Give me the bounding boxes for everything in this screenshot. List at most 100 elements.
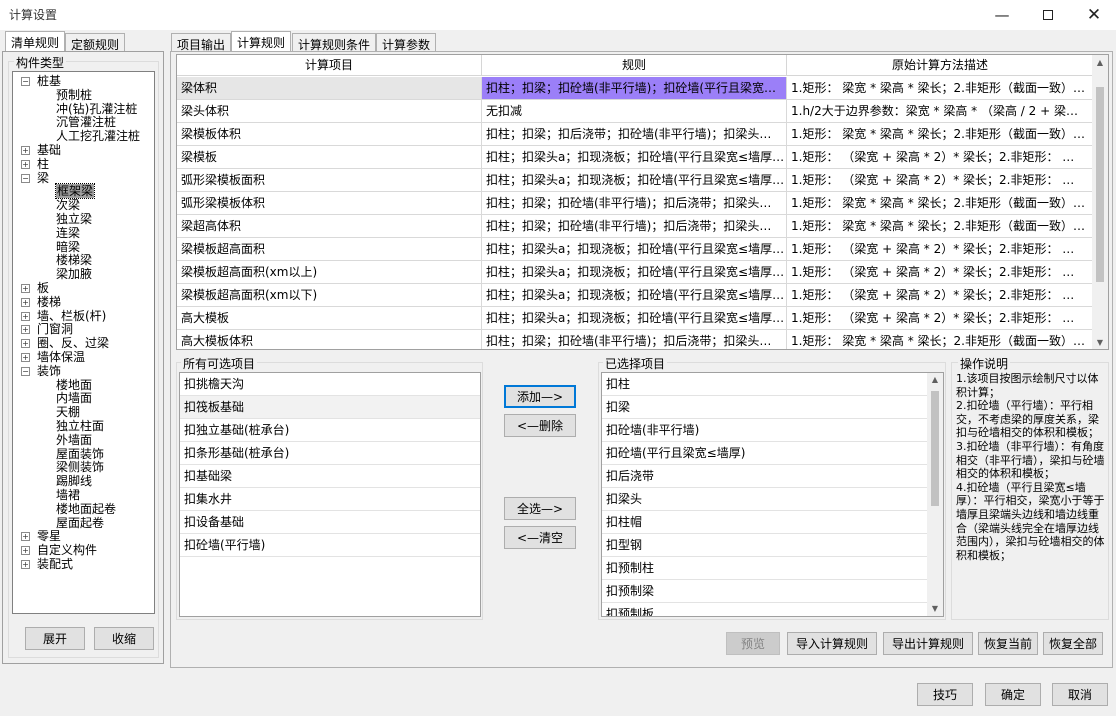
list-item[interactable]: 扣砼墙(平行墙) bbox=[180, 534, 480, 557]
grid-row[interactable]: 梁模板 扣柱；扣梁头a；扣现浇板；扣砼墙(平行且梁宽≤墙厚… 1.矩形： （梁宽 +… bbox=[177, 146, 1094, 169]
col-header-item[interactable]: 计算项目 bbox=[177, 55, 482, 76]
add-button[interactable]: 添加—> bbox=[504, 385, 576, 408]
collapse-button[interactable]: 收缩 bbox=[94, 627, 154, 650]
list-item[interactable]: 扣柱 bbox=[602, 373, 927, 396]
cell-description[interactable]: 1.矩形： （梁宽 + 梁高 * 2）* 梁长；2.非矩形： … bbox=[787, 169, 1094, 192]
cell-item[interactable]: 梁体积 bbox=[177, 77, 482, 100]
scroll-up-icon[interactable]: ▲ bbox=[1092, 55, 1108, 71]
cell-description[interactable]: 1.h/2大于边界参数：梁宽 * 梁高 * （梁高 / 2 + 梁… bbox=[787, 100, 1094, 123]
list-item[interactable]: 扣条形基础(桩承台) bbox=[180, 442, 480, 465]
grid-row[interactable]: 梁头体积 无扣减 1.h/2大于边界参数：梁宽 * 梁高 * （梁高 / 2 + 梁… bbox=[177, 100, 1094, 123]
list-item[interactable]: 扣设备基础 bbox=[180, 511, 480, 534]
col-header-description[interactable]: 原始计算方法描述 bbox=[787, 55, 1094, 76]
selected-list[interactable]: 扣柱 扣梁 扣砼墙(非平行墙) 扣砼墙(平行且梁宽≤墙厚) 扣后浇带 扣梁头 扣柱帽 扣型钢扣… bbox=[601, 372, 944, 617]
list-item[interactable]: 扣预制柱 bbox=[602, 557, 927, 580]
cell-item[interactable]: 梁模板超高面积(xm以下) bbox=[177, 284, 482, 307]
cell-item[interactable]: 梁模板 bbox=[177, 146, 482, 169]
delete-button[interactable]: <—删除 bbox=[504, 414, 576, 437]
list-item[interactable]: 扣梁头 bbox=[602, 488, 927, 511]
grid-row[interactable]: 弧形梁模板面积 扣柱；扣梁头a；扣现浇板；扣砼墙(平行且梁宽≤墙厚… 1.矩形： （… bbox=[177, 169, 1094, 192]
cell-description[interactable]: 1.矩形： （梁宽 + 梁高 * 2）* 梁长；2.非矩形： … bbox=[787, 146, 1094, 169]
expand-icon[interactable]: + bbox=[21, 284, 30, 293]
scroll-up-icon[interactable]: ▲ bbox=[927, 373, 943, 387]
import-rules-button[interactable]: 导入计算规则 bbox=[787, 632, 877, 655]
maximize-button[interactable] bbox=[1025, 0, 1071, 30]
tab-project-output[interactable]: 项目输出 bbox=[171, 33, 232, 52]
scroll-down-icon[interactable]: ▼ bbox=[927, 602, 943, 616]
minimize-button[interactable]: — bbox=[979, 0, 1025, 30]
list-item[interactable]: 扣基础梁 bbox=[180, 465, 480, 488]
expand-icon[interactable]: + bbox=[21, 339, 30, 349]
preview-button[interactable]: 预览 bbox=[726, 632, 780, 655]
cell-rule[interactable]: 扣柱；扣梁头a；扣现浇板；扣砼墙(平行且梁宽≤墙厚… bbox=[482, 169, 787, 192]
restore-all-button[interactable]: 恢复全部 bbox=[1043, 632, 1103, 655]
selected-list-scrollbar[interactable]: ▲ ▼ bbox=[927, 373, 943, 616]
tab-calc-params[interactable]: 计算参数 bbox=[376, 33, 437, 52]
expand-icon[interactable]: + bbox=[21, 353, 30, 362]
cell-description[interactable]: 1.矩形： （梁宽 + 梁高 * 2）* 梁长；2.非矩形： … bbox=[787, 307, 1094, 330]
expand-icon[interactable]: + bbox=[21, 159, 30, 169]
col-header-rule[interactable]: 规则 bbox=[482, 55, 787, 76]
expand-icon[interactable]: + bbox=[21, 297, 30, 307]
cell-rule[interactable]: 扣柱；扣梁头a；扣现浇板；扣砼墙(平行且梁宽≤墙厚… bbox=[482, 284, 787, 307]
grid-scroll-thumb[interactable] bbox=[1096, 87, 1104, 282]
cell-item[interactable]: 弧形梁模板面积 bbox=[177, 169, 482, 192]
cell-rule[interactable]: 无扣减 bbox=[482, 100, 787, 123]
cell-item[interactable]: 弧形梁模板体积 bbox=[177, 192, 482, 215]
list-item[interactable]: 扣砼墙(非平行墙) bbox=[602, 419, 927, 442]
tips-button[interactable]: 技巧 bbox=[917, 683, 973, 706]
expand-icon[interactable]: + bbox=[21, 325, 30, 335]
cell-description[interactable]: 1.矩形： （梁宽 + 梁高 * 2）* 梁长；2.非矩形： … bbox=[787, 261, 1094, 284]
tab-quota-rules[interactable]: 定额规则 bbox=[65, 33, 126, 52]
list-item[interactable]: 扣梁 bbox=[602, 396, 927, 419]
cell-rule[interactable]: 扣柱；扣梁；扣后浇带；扣砼墙(非平行墙)；扣梁头… bbox=[482, 123, 787, 146]
select-all-button[interactable]: 全选—> bbox=[504, 497, 576, 520]
tab-calc-rule-conditions[interactable]: 计算规则条件 bbox=[292, 33, 377, 52]
cell-item[interactable]: 梁模板超高面积 bbox=[177, 238, 482, 261]
list-item[interactable]: 扣预制梁 bbox=[602, 580, 927, 603]
cell-rule[interactable]: 扣柱；扣梁；扣砼墙(非平行墙)；扣后浇带；扣梁头… bbox=[482, 192, 787, 215]
expand-icon[interactable]: + bbox=[21, 146, 30, 155]
collapse-icon[interactable]: − bbox=[21, 173, 30, 183]
list-item[interactable]: 扣型钢 bbox=[602, 534, 927, 557]
list-item[interactable]: 扣柱帽 bbox=[602, 511, 927, 534]
cancel-button[interactable]: 取消 bbox=[1052, 683, 1108, 706]
grid-scrollbar[interactable]: ▲ ▼ bbox=[1092, 55, 1108, 349]
list-item[interactable]: 扣筏板基础 bbox=[180, 396, 480, 419]
clear-button[interactable]: <—清空 bbox=[504, 526, 576, 549]
grid-row[interactable]: 高大模板 扣柱；扣梁头a；扣现浇板；扣砼墙(平行且梁宽≤墙厚… 1.矩形： （梁宽 … bbox=[177, 307, 1094, 330]
cell-item[interactable]: 梁超高体积 bbox=[177, 215, 482, 238]
cell-description[interactable]: 1.矩形： 梁宽 * 梁高 * 梁长；2.非矩形（截面一致）… bbox=[787, 192, 1094, 215]
cell-item[interactable]: 梁头体积 bbox=[177, 100, 482, 123]
selected-scroll-thumb[interactable] bbox=[931, 391, 939, 506]
expand-icon[interactable]: + bbox=[21, 546, 30, 556]
list-item[interactable]: 扣砼墙(平行且梁宽≤墙厚) bbox=[602, 442, 927, 465]
cell-rule[interactable]: 扣柱；扣梁；扣砼墙(非平行墙)；扣砼墙(平行且梁宽… bbox=[482, 77, 787, 100]
cell-rule[interactable]: 扣柱；扣梁；扣砼墙(非平行墙)；扣后浇带；扣梁头… bbox=[482, 330, 787, 349]
cell-rule[interactable]: 扣柱；扣梁头a；扣现浇板；扣砼墙(平行且梁宽≤墙厚… bbox=[482, 238, 787, 261]
expand-icon[interactable]: + bbox=[21, 311, 30, 321]
cell-item[interactable]: 梁模板超高面积(xm以上) bbox=[177, 261, 482, 284]
list-item[interactable]: 扣预制板 bbox=[602, 603, 927, 616]
cell-rule[interactable]: 扣柱；扣梁头a；扣现浇板；扣砼墙(平行且梁宽≤墙厚… bbox=[482, 261, 787, 284]
ok-button[interactable]: 确定 bbox=[985, 683, 1041, 706]
close-button[interactable]: ✕ bbox=[1071, 0, 1116, 30]
cell-description[interactable]: 1.矩形： （梁宽 + 梁高 * 2）* 梁长；2.非矩形： … bbox=[787, 284, 1094, 307]
cell-description[interactable]: 1.矩形： 梁宽 * 梁高 * 梁长；2.非矩形（截面一致）… bbox=[787, 123, 1094, 146]
cell-item[interactable]: 梁模板体积 bbox=[177, 123, 482, 146]
list-item[interactable]: 扣集水井 bbox=[180, 488, 480, 511]
cell-rule[interactable]: 扣柱；扣梁头a；扣现浇板；扣砼墙(平行且梁宽≤墙厚… bbox=[482, 307, 787, 330]
tab-calc-rules[interactable]: 计算规则 bbox=[231, 31, 292, 52]
expand-icon[interactable]: + bbox=[21, 560, 30, 569]
grid-row[interactable]: 梁模板超高面积(xm以上) 扣柱；扣梁头a；扣现浇板；扣砼墙(平行且梁宽≤墙厚… 1… bbox=[177, 261, 1094, 284]
available-list[interactable]: 扣挑檐天沟 扣筏板基础 扣独立基础(桩承台) 扣条形基础(桩承台) 扣基础梁 扣集水井 扣设… bbox=[179, 372, 481, 617]
collapse-icon[interactable]: − bbox=[21, 77, 30, 86]
list-item[interactable]: 扣挑檐天沟 bbox=[180, 373, 480, 396]
cell-description[interactable]: 1.矩形： （梁宽 + 梁高 * 2）* 梁长；2.非矩形： … bbox=[787, 238, 1094, 261]
scroll-down-icon[interactable]: ▼ bbox=[1092, 335, 1108, 349]
collapse-icon[interactable]: − bbox=[21, 366, 30, 376]
grid-row[interactable]: 梁超高体积 扣柱；扣梁；扣砼墙(非平行墙)；扣后浇带；扣梁头… 1.矩形： 梁宽 *… bbox=[177, 215, 1094, 238]
list-item[interactable]: 扣独立基础(桩承台) bbox=[180, 419, 480, 442]
cell-rule[interactable]: 扣柱；扣梁头a；扣现浇板；扣砼墙(平行且梁宽≤墙厚… bbox=[482, 146, 787, 169]
grid-row[interactable]: 高大模板体积 扣柱；扣梁；扣砼墙(非平行墙)；扣后浇带；扣梁头… 1.矩形： 梁宽 … bbox=[177, 330, 1094, 349]
